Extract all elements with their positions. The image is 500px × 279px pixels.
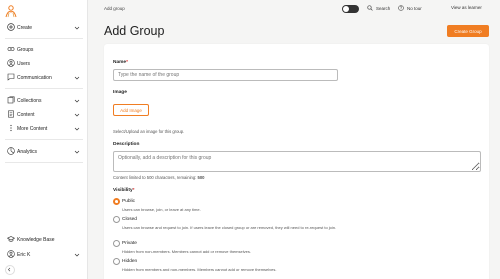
required-marker: *: [132, 188, 135, 193]
chevron-left-icon: [8, 267, 11, 272]
sidebar-item-label: Collections: [17, 98, 42, 104]
sidebar-item-create[interactable]: Create: [0, 22, 88, 34]
sidebar-collapse-button[interactable]: [5, 265, 15, 275]
sidebar-item-content[interactable]: Content: [0, 109, 88, 121]
name-label: Name*: [113, 60, 128, 65]
chevron-down-icon: [74, 253, 80, 257]
image-hint: Select/Upload an image for this group.: [113, 129, 185, 134]
sidebar-item-collections[interactable]: Collections: [0, 95, 88, 107]
sidebar-item-knowledge-base[interactable]: Knowledge Base: [0, 234, 88, 246]
sidebar-item-label: Knowledge Base: [17, 237, 55, 243]
sidebar-item-groups[interactable]: Groups: [0, 44, 88, 56]
description-label: Description: [113, 142, 140, 147]
chevron-down-icon: [74, 76, 80, 80]
more-vertical-icon: [10, 124, 12, 132]
chevron-down-icon: [74, 150, 80, 154]
sidebar-item-label: Users: [17, 61, 31, 67]
view-as-learner-text: View as learner: [451, 5, 482, 10]
search-label: Search: [376, 5, 391, 11]
sidebar-item-users[interactable]: Users: [0, 58, 88, 70]
view-as-learner-label: View as learner: [451, 5, 482, 10]
sidebar-item-label: More Content: [17, 126, 48, 132]
sidebar-item-label: Communication: [17, 75, 52, 81]
chevron-down-icon: [74, 26, 80, 30]
sidebar: Create Groups Users Communication Collec…: [0, 0, 88, 279]
visibility-option-desc: Hidden from members and non-members. Mem…: [122, 267, 277, 272]
visibility-radio-closed[interactable]: [113, 216, 120, 223]
sidebar-item-communication[interactable]: Communication: [0, 72, 88, 84]
sidebar-item-more-content[interactable]: More Content: [0, 123, 88, 135]
sidebar-divider: [5, 162, 83, 163]
chevron-down-icon: [74, 127, 80, 131]
visibility-option-desc: Users can browse, join, or leave at any …: [122, 207, 201, 212]
graduation-cap-icon: [7, 236, 15, 242]
tour-button[interactable]: No tour: [398, 5, 422, 11]
document-icon: [8, 110, 14, 118]
name-label-text: Name: [113, 60, 127, 65]
name-input[interactable]: [113, 69, 338, 81]
char-limit-text: Content limited to 500 characters, remai…: [113, 175, 197, 180]
visibility-radio-private[interactable]: [113, 240, 120, 247]
page-title: Add Group: [104, 24, 165, 38]
visibility-label: Visibility*: [113, 188, 135, 193]
visibility-option-label[interactable]: Hidden: [122, 259, 137, 264]
breadcrumb[interactable]: Add group: [104, 6, 125, 11]
toggle-knob: [343, 6, 349, 12]
visibility-option-desc: Users can browse and request to join. If…: [122, 225, 337, 230]
description-textarea[interactable]: [113, 151, 481, 172]
image-label: Image: [113, 90, 127, 95]
sidebar-item-label: Analytics: [17, 149, 38, 155]
app-logo-icon[interactable]: [5, 5, 17, 18]
help-circle-icon: [398, 5, 404, 11]
visibility-radio-hidden[interactable]: [113, 258, 120, 265]
collections-icon: [7, 96, 15, 104]
sidebar-divider: [5, 139, 83, 140]
top-bar: Add group: [88, 0, 500, 18]
char-limit-hint: Content limited to 500 characters, remai…: [113, 175, 205, 180]
visibility-option-desc: Hidden from non-members. Members cannot …: [122, 249, 251, 254]
sidebar-item-analytics[interactable]: Analytics: [0, 146, 88, 158]
search-button[interactable]: Search: [367, 5, 390, 11]
search-icon: [367, 5, 373, 11]
sidebar-item-user-menu[interactable]: Eric K: [0, 249, 88, 261]
required-marker: *: [126, 60, 128, 65]
sidebar-divider: [5, 38, 83, 39]
sidebar-divider: [5, 88, 83, 89]
chat-icon: [7, 73, 15, 81]
visibility-option-label[interactable]: Public: [122, 199, 135, 204]
visibility-label-text: Visibility: [113, 188, 133, 193]
analytics-icon: [7, 147, 15, 155]
tour-label: No tour: [407, 5, 422, 11]
user-circle-icon: [7, 250, 15, 258]
visibility-radio-public[interactable]: [113, 198, 120, 205]
create-group-button[interactable]: Create Group: [447, 25, 489, 37]
sidebar-user-name: Eric K: [17, 252, 31, 258]
visibility-option-label[interactable]: Closed: [122, 217, 137, 222]
groups-icon: [7, 47, 15, 51]
char-remaining-count: 500: [197, 175, 205, 180]
add-image-button[interactable]: Add Image: [113, 104, 149, 116]
view-as-learner-toggle[interactable]: [342, 5, 359, 13]
user-circle-icon: [7, 59, 15, 67]
sidebar-item-label: Groups: [17, 47, 34, 53]
sidebar-item-label: Content: [17, 112, 35, 118]
plus-circle-icon: [7, 23, 15, 31]
chevron-down-icon: [74, 99, 80, 103]
visibility-option-label[interactable]: Private: [122, 241, 137, 246]
chevron-down-icon: [74, 113, 80, 117]
sidebar-item-label: Create: [17, 25, 33, 31]
